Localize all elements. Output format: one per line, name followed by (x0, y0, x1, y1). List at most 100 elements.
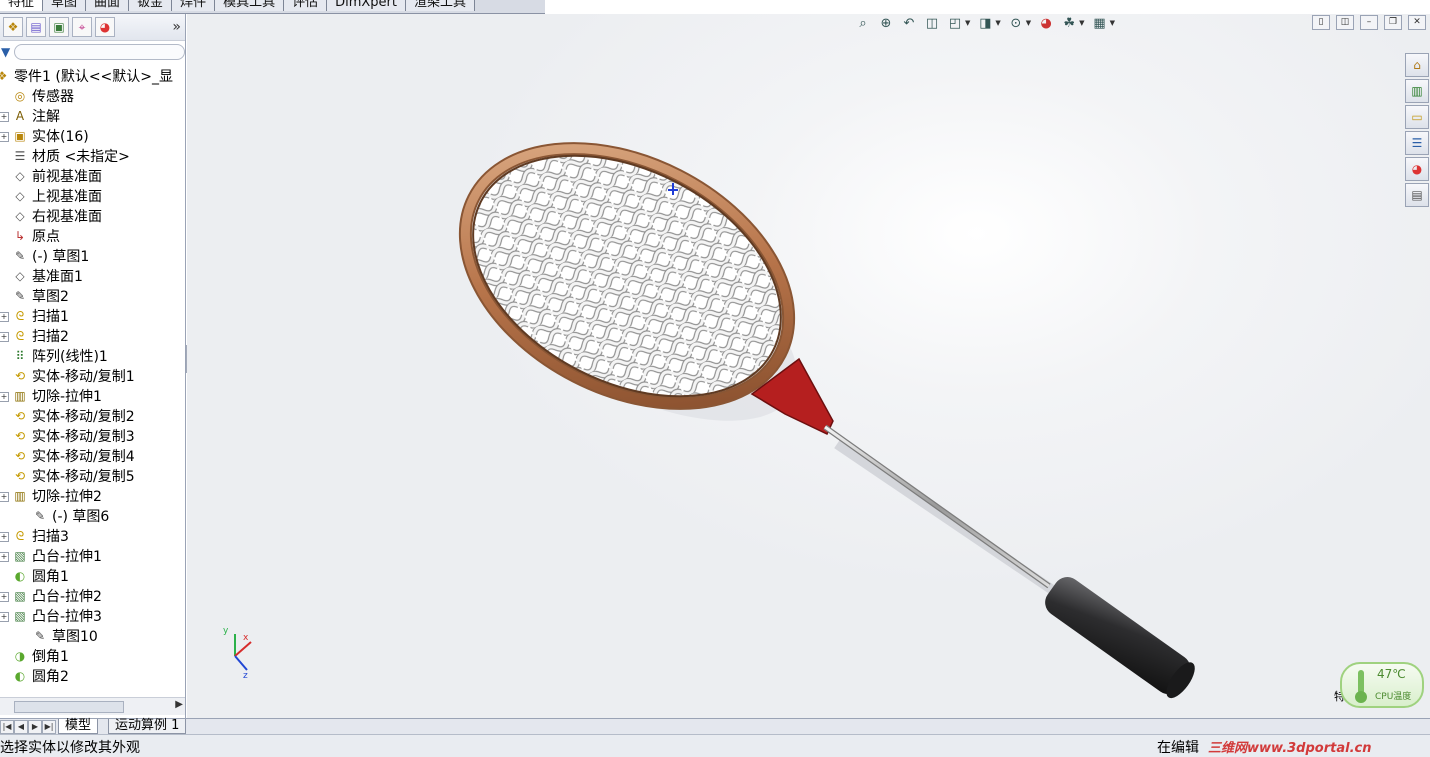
property-manager-icon[interactable]: ▤ (26, 17, 46, 37)
cut-extrude-icon: ▥ (14, 489, 26, 503)
tab-model[interactable]: 模型 (58, 719, 99, 734)
expand-icon[interactable]: + (0, 112, 9, 122)
home-icon[interactable]: ⌂ (1405, 53, 1429, 77)
file-explorer-icon[interactable]: ▭ (1405, 105, 1429, 129)
sketch-icon: ✎ (34, 509, 46, 523)
tree-item[interactable]: ▥ 切除-拉伸1 (12, 386, 102, 406)
tree-item[interactable]: ⠿ 阵列(线性)1 (12, 346, 108, 366)
display-manager-icon[interactable]: ◕ (95, 17, 115, 37)
tree-item[interactable]: ▥ 切除-拉伸2 (12, 486, 102, 506)
tree-item-label: 凸台-拉伸1 (32, 549, 102, 565)
view-palette-icon[interactable]: ☰ (1405, 131, 1429, 155)
tree-item[interactable]: ◇ 上视基准面 (12, 186, 102, 206)
tree-item[interactable]: ᘓ 扫描2 (12, 326, 69, 346)
tree-item[interactable]: ◎ 传感器 (12, 86, 74, 106)
filter-input[interactable] (14, 44, 185, 60)
scroll-right-icon[interactable]: ▶ (175, 699, 183, 710)
expand-icon[interactable]: + (0, 312, 9, 322)
tab-7[interactable]: DimXpert (327, 0, 406, 11)
tree-item[interactable]: ⟲ 实体-移动/复制5 (12, 466, 135, 486)
horizontal-scrollbar[interactable]: ▶ (0, 697, 185, 715)
tab-motion-study[interactable]: 运动算例 1 (108, 719, 187, 734)
expand-icon[interactable]: + (0, 332, 9, 342)
chamfer-icon: ◑ (14, 649, 26, 663)
racket-model[interactable] (187, 14, 1430, 718)
tree-item[interactable]: ✎ (-) 草图6 (32, 506, 109, 526)
status-message: 选择实体以修改其外观 (0, 740, 140, 756)
expand-icon[interactable]: + (0, 612, 9, 622)
tab-4[interactable]: 焊件 (172, 0, 216, 11)
move-copy-icon: ⟲ (14, 409, 26, 423)
tree-item[interactable]: ⟲ 实体-移动/复制4 (12, 446, 135, 466)
tab-2[interactable]: 曲面 (86, 0, 130, 11)
tree-item[interactable]: ✎ 草图10 (32, 626, 98, 646)
tree-item[interactable]: ❖零件1 (默认<<默认>_显 (0, 66, 173, 86)
dimxpert-manager-icon[interactable]: ⌖ (72, 17, 92, 37)
solid-bodies-icon: ▣ (14, 129, 26, 143)
tree-item[interactable]: ▧ 凸台-拉伸1 (12, 546, 102, 566)
expand-icon[interactable]: + (0, 532, 9, 542)
move-copy-icon: ⟲ (14, 429, 26, 443)
tree-item[interactable]: ⟲ 实体-移动/复制2 (12, 406, 135, 426)
tree-item[interactable]: ▣ 实体(16) (12, 126, 88, 146)
tree-item[interactable]: A 注解 (12, 106, 60, 126)
configuration-manager-icon[interactable]: ▣ (49, 17, 69, 37)
edit-mode-status: 在编辑 (1157, 740, 1199, 756)
prev-tab-icon[interactable]: ◀ (14, 720, 28, 734)
tab-0[interactable]: 特征 (0, 0, 44, 11)
collapse-panel-icon[interactable]: » (172, 19, 181, 35)
expand-icon[interactable]: + (0, 492, 9, 502)
tree-item-label: 扫描2 (32, 329, 69, 345)
linear-pattern-icon: ⠿ (15, 349, 25, 363)
sketch-icon: ✎ (14, 289, 26, 303)
tree-item[interactable]: ◇ 前视基准面 (12, 166, 102, 186)
tab-6[interactable]: 评估 (284, 0, 328, 11)
tree-item[interactable]: ⟲ 实体-移动/复制3 (12, 426, 135, 446)
tab-1[interactable]: 草图 (43, 0, 87, 11)
tree-item[interactable]: ☰ 材质 <未指定> (12, 146, 130, 166)
next-tab-icon[interactable]: ▶ (28, 720, 42, 734)
sketch-icon: ✎ (34, 629, 46, 643)
tree-item[interactable]: ⟲ 实体-移动/复制1 (12, 366, 135, 386)
tab-8[interactable]: 渲染工具 (406, 0, 476, 11)
tree-item[interactable]: ᘓ 扫描3 (12, 526, 69, 546)
tree-item-label: 草图10 (52, 629, 98, 645)
tree-item[interactable]: ◐ 圆角2 (12, 666, 69, 686)
tree-item-label: 基准面1 (32, 269, 83, 285)
custom-properties-icon[interactable]: ▤ (1405, 183, 1429, 207)
expand-icon[interactable]: + (0, 132, 9, 142)
tree-item-label: 传感器 (32, 89, 74, 105)
tree-item-label: 切除-拉伸2 (32, 489, 102, 505)
tree-item[interactable]: ▧ 凸台-拉伸2 (12, 586, 102, 606)
tree-item[interactable]: ◇ 基准面1 (12, 266, 83, 286)
tree-item-label: 实体-移动/复制4 (32, 449, 135, 465)
boss-extrude-icon: ▧ (14, 549, 26, 563)
tree-item[interactable]: ↳ 原点 (12, 226, 60, 246)
tree-item[interactable]: ✎ 草图2 (12, 286, 69, 306)
design-library-icon[interactable]: ▥ (1405, 79, 1429, 103)
tree-item[interactable]: ◑ 倒角1 (12, 646, 69, 666)
graphics-area[interactable]: ⌕ ⊕ ↶ ◫ ◰▼ ◨▼ ⊙▼ ◕ ☘▼ ▦▼ ▯ ◫ – ❐ ✕ (187, 14, 1430, 718)
feature-tree-icon[interactable]: ❖ (3, 17, 23, 37)
first-tab-icon[interactable]: |◀ (0, 720, 14, 734)
tree-item-label: 材质 <未指定> (32, 149, 130, 165)
tab-5[interactable]: 模具工具 (215, 0, 285, 11)
expand-icon[interactable]: + (0, 592, 9, 602)
origin-icon: ↳ (14, 229, 26, 243)
expand-icon[interactable]: + (0, 392, 9, 402)
scrollbar-thumb[interactable] (14, 701, 124, 713)
tree-item[interactable]: ◇ 右视基准面 (12, 206, 102, 226)
appearances-icon[interactable]: ◕ (1405, 157, 1429, 181)
move-copy-icon: ⟲ (14, 449, 26, 463)
last-tab-icon[interactable]: ▶| (42, 720, 56, 734)
tree-item-label: 扫描3 (32, 529, 69, 545)
tree-item[interactable]: ▧ 凸台-拉伸3 (12, 606, 102, 626)
feature-manager-panel: ❖ ▤ ▣ ⌖ ◕ » ▼ ❖零件1 (默认<<默认>_显◎传感器A注解+▣实体… (0, 14, 186, 718)
tree-item[interactable]: ✎ (-) 草图1 (12, 246, 89, 266)
tree-item[interactable]: ◐ 圆角1 (12, 566, 69, 586)
cpu-temperature: 47℃ (1377, 667, 1406, 681)
tab-3[interactable]: 钣金 (129, 0, 173, 11)
tree-item[interactable]: ᘓ 扫描1 (12, 306, 69, 326)
sensor-icon: ◎ (14, 89, 26, 103)
expand-icon[interactable]: + (0, 552, 9, 562)
